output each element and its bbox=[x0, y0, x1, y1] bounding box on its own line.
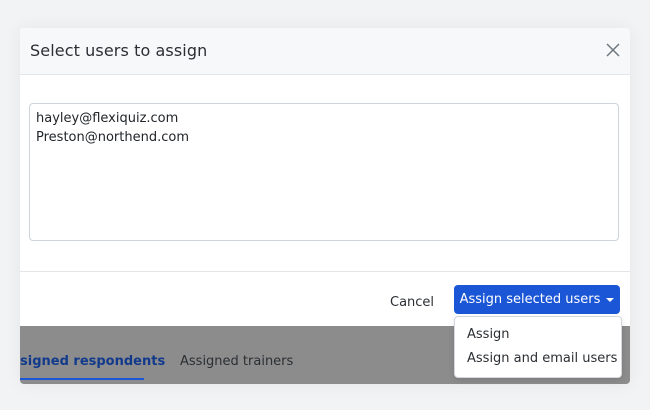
close-icon[interactable] bbox=[605, 42, 621, 58]
user-emails-textarea[interactable] bbox=[29, 103, 619, 241]
active-tab-indicator bbox=[20, 378, 144, 380]
assign-dropdown-menu: Assign Assign and email users bbox=[454, 316, 622, 378]
assign-selected-users-button[interactable]: Assign selected users bbox=[454, 285, 620, 314]
caret-down-icon bbox=[606, 297, 615, 302]
tab-assigned-respondents[interactable]: signed respondents bbox=[20, 354, 165, 369]
cancel-button[interactable]: Cancel bbox=[390, 292, 434, 312]
dropdown-item-assign[interactable]: Assign bbox=[467, 327, 510, 342]
modal-title: Select users to assign bbox=[30, 41, 208, 60]
modal-header: Select users to assign bbox=[20, 28, 630, 75]
dropdown-item-assign-and-email[interactable]: Assign and email users bbox=[467, 351, 617, 366]
tab-assigned-trainers[interactable]: Assigned trainers bbox=[180, 354, 293, 369]
assign-button-label: Assign selected users bbox=[459, 292, 601, 307]
modal-body bbox=[20, 75, 630, 271]
